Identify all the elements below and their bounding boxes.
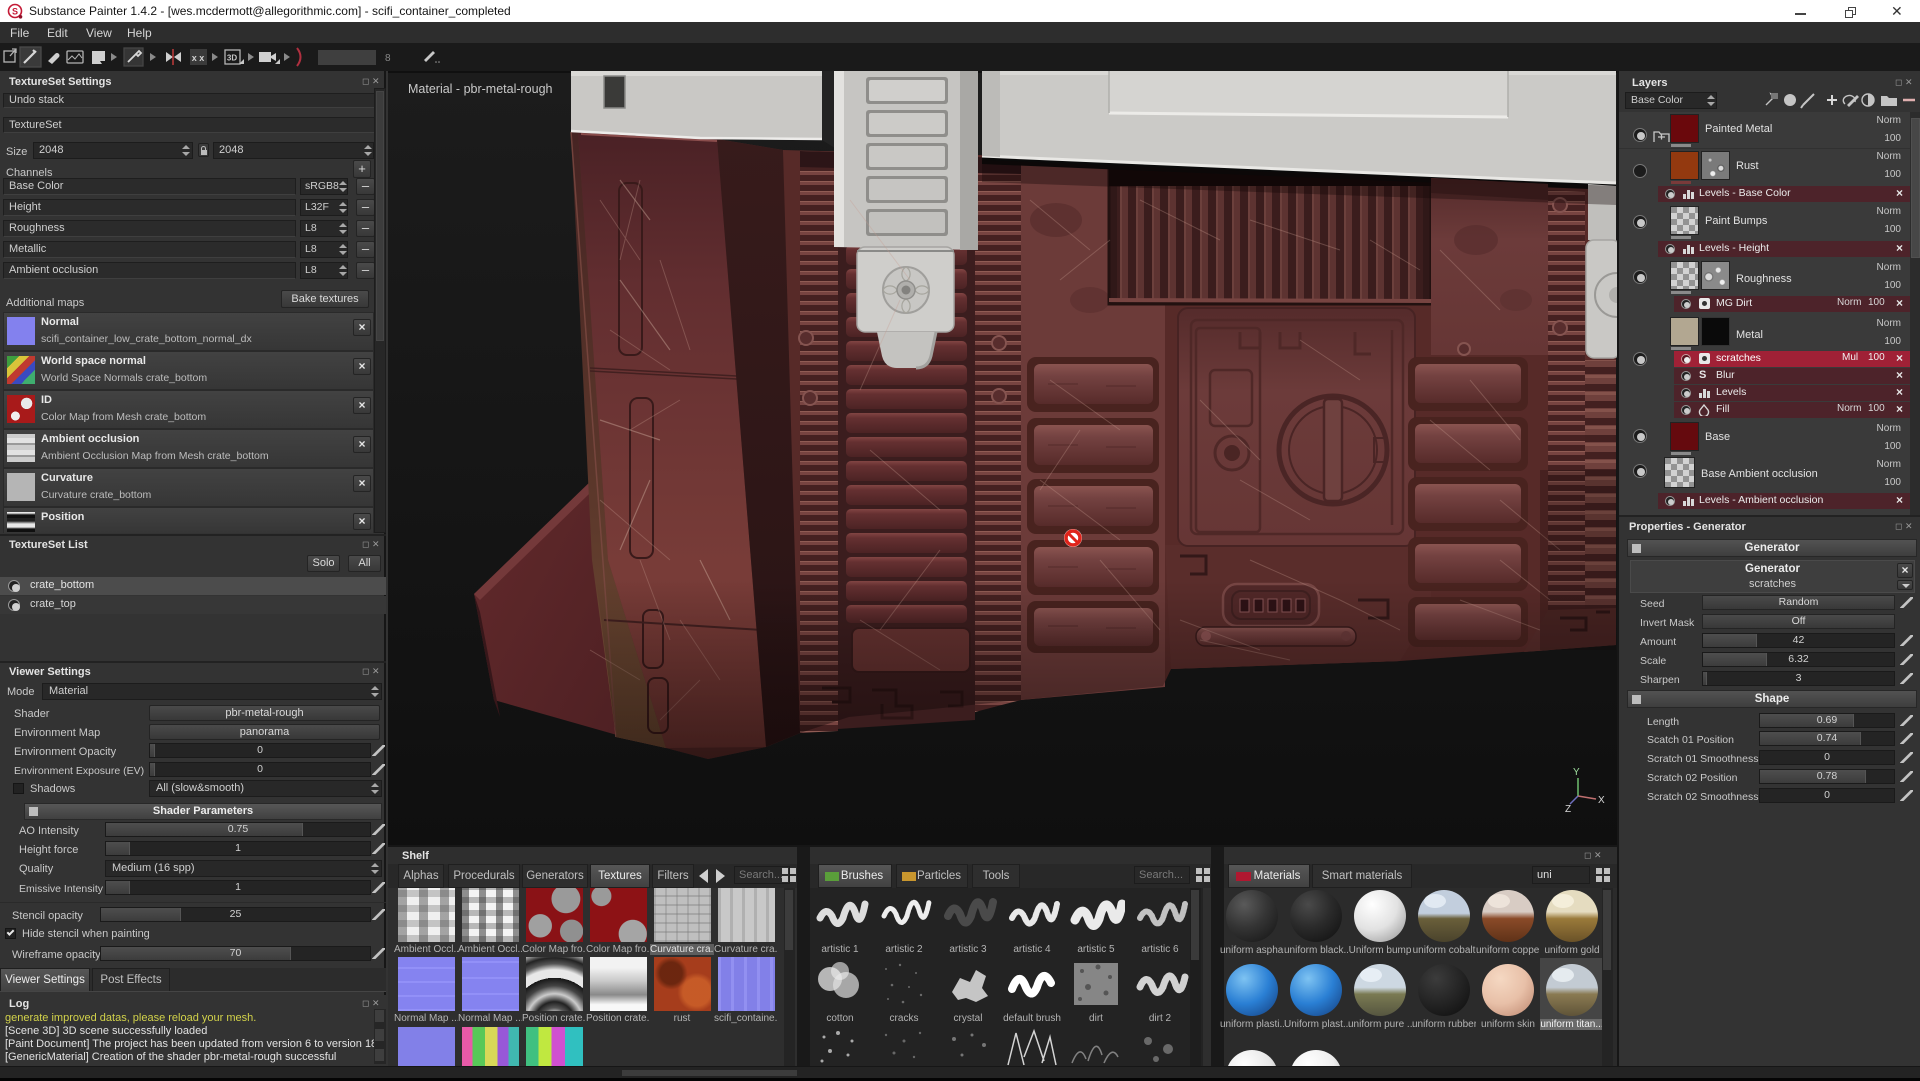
- svg-text:S: S: [12, 6, 18, 16]
- svg-text:Material - pbr-metal-rough: Material - pbr-metal-rough: [408, 82, 553, 96]
- svg-text:3D: 3D: [227, 54, 237, 63]
- svg-text:x x: x x: [192, 53, 205, 63]
- svg-text:Y: Y: [1573, 767, 1580, 778]
- svg-text:X: X: [1598, 795, 1605, 806]
- svg-text:Z: Z: [1565, 804, 1571, 815]
- svg-text:8: 8: [385, 53, 391, 64]
